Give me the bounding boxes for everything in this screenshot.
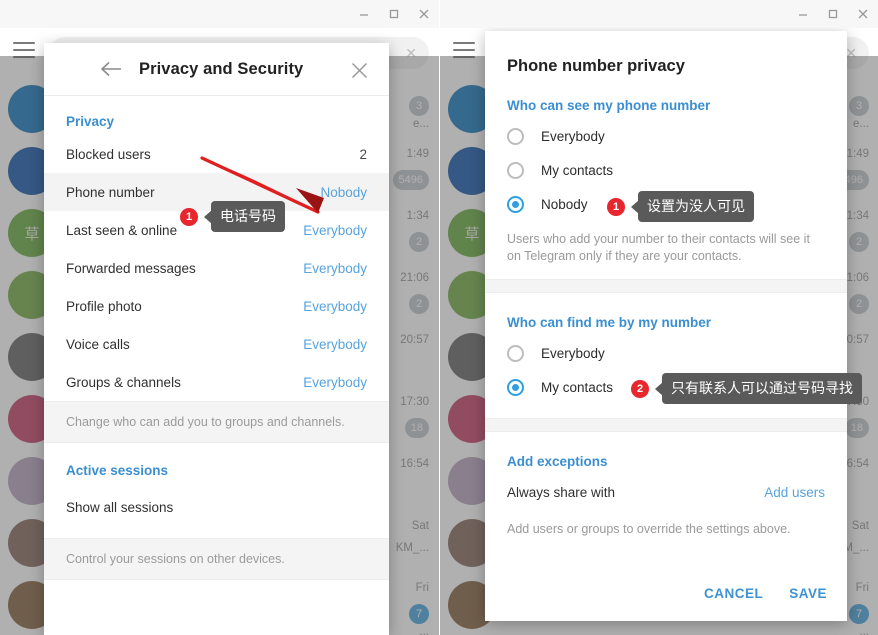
privacy-setting-row[interactable]: Forwarded messages Everybody — [44, 249, 389, 287]
section-gap-band — [485, 419, 847, 431]
step-badge-2: 2 — [631, 379, 649, 398]
minimize-icon[interactable] — [788, 0, 818, 28]
setting-label: Last seen & online — [66, 222, 178, 238]
section-active-sessions-heading: Active sessions — [66, 463, 169, 478]
phone-number-privacy-dialog: Phone number privacy Who can see my phon… — [485, 31, 847, 621]
radio-label: Everybody — [541, 128, 605, 144]
setting-value[interactable]: Everybody — [303, 337, 367, 352]
setting-label: Blocked users — [66, 146, 151, 162]
setting-value[interactable]: Everybody — [303, 375, 367, 390]
exceptions-hint: Add users or groups to override the sett… — [507, 522, 791, 536]
right-telegram-window: Search ✕ 3e...1:495496草1:34221:06220:571… — [439, 0, 878, 635]
radio-label: My contacts — [541, 379, 614, 395]
who-can-see-option[interactable]: Everybody — [485, 119, 847, 153]
page-title: Privacy and Security — [139, 59, 304, 78]
setting-value[interactable]: Everybody — [303, 261, 367, 276]
tooltip-text-1: 设置为没人可见 — [638, 191, 754, 222]
dual-screenshot-composite: Search ✕ 3e...1:495496草1:34221:06220:571… — [0, 0, 878, 635]
section-gap-band — [485, 280, 847, 292]
radio-unselected-icon[interactable] — [507, 161, 524, 179]
section-add-exceptions-heading[interactable]: Add exceptions — [485, 432, 847, 475]
setting-label: Profile photo — [66, 298, 142, 314]
setting-value[interactable]: Everybody — [303, 223, 367, 238]
tooltip-text-2: 只有联系人可以通过号码寻找 — [662, 373, 862, 404]
radio-label: My contacts — [541, 162, 614, 178]
save-button[interactable]: SAVE — [789, 586, 827, 601]
close-dialog-icon[interactable] — [348, 59, 370, 81]
section-who-can-see-heading: Who can see my phone number — [507, 98, 711, 113]
always-share-with-row: Always share with Add users — [485, 475, 847, 509]
left-telegram-window: Search ✕ 3e...1:495496草1:34221:06220:571… — [0, 0, 439, 635]
privacy-hint-text: Change who can add you to groups and cha… — [66, 415, 345, 429]
cancel-button[interactable]: CANCEL — [704, 586, 763, 601]
radio-selected-icon[interactable] — [507, 378, 524, 396]
dialog-action-buttons: CANCEL SAVE — [704, 586, 827, 601]
setting-label: Phone number — [66, 184, 155, 200]
maximize-icon[interactable] — [379, 0, 409, 28]
who-can-find-option[interactable]: Everybody — [485, 336, 847, 370]
step-badge-1: 1 — [607, 197, 625, 216]
setting-value[interactable]: Everybody — [303, 299, 367, 314]
right-titlebar — [440, 0, 878, 28]
privacy-setting-row[interactable]: Groups & channels Everybody — [44, 363, 389, 401]
privacy-hint-block: Change who can add you to groups and cha… — [44, 401, 389, 443]
annotation-step-1: 1 设置为没人可见 — [607, 191, 754, 222]
sessions-hint-block: Control your sessions on other devices. — [44, 538, 389, 580]
dialog-header: Privacy and Security — [44, 43, 389, 96]
red-pointer-arrow — [200, 156, 324, 214]
back-arrow-icon[interactable] — [100, 57, 124, 81]
setting-label: Forwarded messages — [66, 260, 196, 276]
setting-value[interactable]: 2 — [359, 147, 367, 162]
close-icon[interactable] — [848, 0, 878, 28]
who-can-see-option[interactable]: My contacts — [485, 153, 847, 187]
radio-unselected-icon[interactable] — [507, 344, 524, 362]
who-can-see-hint: Users who add your number to their conta… — [507, 232, 810, 263]
minimize-icon[interactable] — [349, 0, 379, 28]
privacy-setting-row[interactable]: Voice calls Everybody — [44, 325, 389, 363]
radio-selected-icon[interactable] — [507, 195, 524, 213]
radio-label: Nobody — [541, 196, 588, 212]
show-all-sessions-label: Show all sessions — [66, 499, 174, 515]
radio-label: Everybody — [541, 345, 605, 361]
show-all-sessions-row[interactable]: Show all sessions — [44, 488, 389, 526]
annotation-step-2: 2 只有联系人可以通过号码寻找 — [631, 373, 862, 404]
setting-label: Groups & channels — [66, 374, 181, 390]
step-badge-1: 1 — [180, 207, 198, 226]
dialog-title: Phone number privacy — [507, 57, 685, 75]
section-privacy-heading: Privacy — [66, 114, 115, 129]
close-icon[interactable] — [409, 0, 439, 28]
always-share-with-label: Always share with — [507, 484, 616, 500]
maximize-icon[interactable] — [818, 0, 848, 28]
privacy-setting-row[interactable]: Profile photo Everybody — [44, 287, 389, 325]
radio-unselected-icon[interactable] — [507, 127, 524, 145]
add-users-button[interactable]: Add users — [764, 485, 825, 500]
left-titlebar — [0, 0, 439, 28]
privacy-and-security-dialog: Privacy and Security Privacy Blocked use… — [44, 43, 389, 635]
section-who-can-find-heading: Who can find me by my number — [507, 315, 712, 330]
sessions-hint-text: Control your sessions on other devices. — [66, 552, 285, 566]
setting-label: Voice calls — [66, 336, 130, 352]
